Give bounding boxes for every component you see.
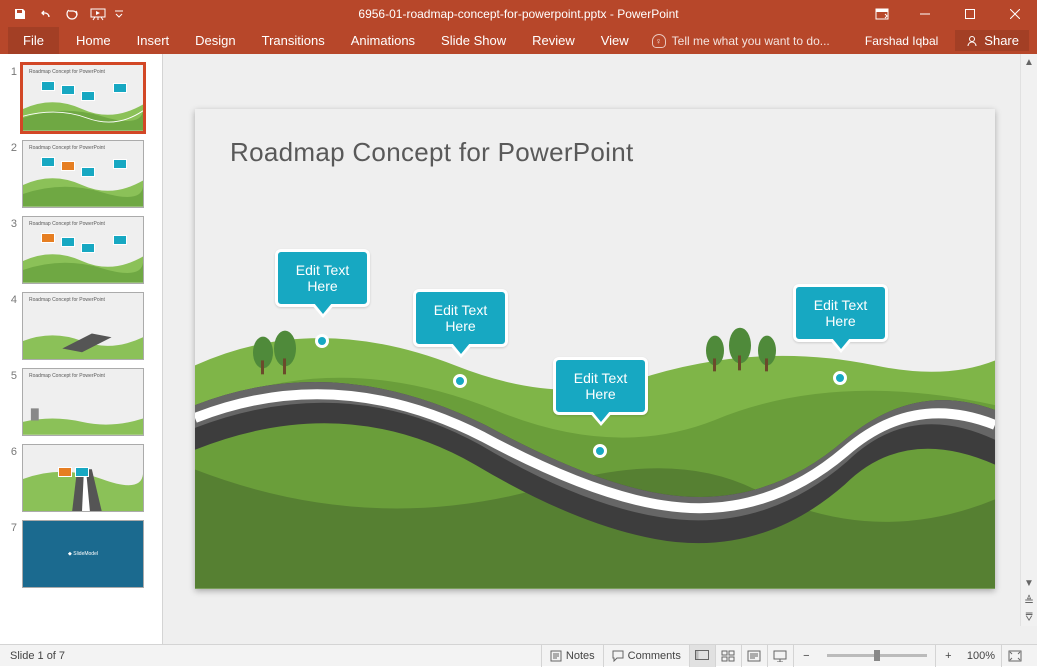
file-tab[interactable]: File [8,27,59,54]
start-slideshow-button[interactable] [86,2,110,26]
pin-1[interactable] [315,334,329,348]
save-icon [13,7,27,21]
share-icon [965,34,979,48]
slide-thumbnail-6[interactable] [22,444,144,512]
notes-icon [550,650,562,662]
scroll-up-button[interactable]: ▲ [1021,54,1037,71]
tell-me-placeholder: Tell me what you want to do... [672,34,830,48]
slide-thumbnail-2[interactable]: Roadmap Concept for PowerPoint [22,140,144,208]
thumb-number: 2 [0,140,22,154]
window-title: 6956-01-roadmap-concept-for-powerpoint.p… [358,7,678,21]
pin-3[interactable] [593,444,607,458]
user-name[interactable]: Farshad Iqbal [852,27,951,54]
ribbon-tabs: File Home Insert Design Transitions Anim… [0,27,1037,54]
redo-button[interactable] [60,2,84,26]
comments-icon [612,650,624,662]
callout-1[interactable]: Edit Text Here [275,249,370,307]
reading-icon [747,650,761,662]
fit-to-window-button[interactable] [1001,645,1027,667]
slideshow-view-button[interactable] [767,645,793,667]
sorter-icon [721,650,735,662]
title-bar: 6956-01-roadmap-concept-for-powerpoint.p… [0,0,1037,27]
presentation-icon [90,7,106,21]
save-button[interactable] [8,2,32,26]
share-label: Share [984,33,1019,48]
status-bar: Slide 1 of 7 Notes Comments − + 100% [0,644,1037,666]
reading-view-button[interactable] [741,645,767,667]
thumb-number: 5 [0,368,22,382]
scroll-down-button[interactable]: ▼ [1021,575,1037,592]
tab-view[interactable]: View [588,27,642,54]
notes-button[interactable]: Notes [541,645,603,667]
close-icon [1010,9,1020,19]
thumb-number: 4 [0,292,22,306]
tell-me-search[interactable]: ♀ Tell me what you want to do... [652,34,830,48]
fit-icon [1008,650,1022,662]
redo-icon [65,7,79,21]
lightbulb-icon: ♀ [652,34,666,48]
zoom-slider[interactable] [827,654,927,657]
tab-insert[interactable]: Insert [124,27,183,54]
thumb-number: 1 [0,64,22,78]
slide-canvas[interactable]: Roadmap Concept for PowerPoint Edit Text… [195,109,995,589]
slide-title-text[interactable]: Roadmap Concept for PowerPoint [230,137,634,168]
share-button[interactable]: Share [955,30,1029,51]
next-slide-button[interactable]: ⩢ [1021,609,1037,626]
quick-access-toolbar [0,2,126,26]
undo-button[interactable] [34,2,58,26]
chevron-down-icon [115,10,123,18]
tab-design[interactable]: Design [182,27,248,54]
maximize-icon [965,9,975,19]
slide-sorter-view-button[interactable] [715,645,741,667]
callout-4[interactable]: Edit Text Here [793,284,888,342]
comments-button[interactable]: Comments [603,645,689,667]
slideshow-icon [773,650,787,662]
slide-thumbnail-3[interactable]: Roadmap Concept for PowerPoint [22,216,144,284]
normal-view-button[interactable] [689,645,715,667]
pin-2[interactable] [453,374,467,388]
slide-thumbnails-panel: 1Roadmap Concept for PowerPoint 2Roadmap… [0,54,163,644]
window-controls [902,0,1037,27]
slide-counter: Slide 1 of 7 [10,650,65,662]
slide-thumbnail-1[interactable]: Roadmap Concept for PowerPoint [22,64,144,132]
tab-transitions[interactable]: Transitions [249,27,338,54]
slide-thumbnail-5[interactable]: Roadmap Concept for PowerPoint [22,368,144,436]
tab-home[interactable]: Home [63,27,124,54]
minimize-icon [920,9,930,19]
zoom-out-button[interactable]: − [793,645,819,667]
close-button[interactable] [992,0,1037,27]
zoom-in-button[interactable]: + [935,645,961,667]
ribbon-display-options-button[interactable] [867,0,897,27]
tab-animations[interactable]: Animations [338,27,428,54]
pin-4[interactable] [833,371,847,385]
callout-3[interactable]: Edit Text Here [553,357,648,415]
minimize-button[interactable] [902,0,947,27]
slide-editor: Roadmap Concept for PowerPoint Edit Text… [163,54,1037,644]
thumb-number: 3 [0,216,22,230]
callout-2[interactable]: Edit Text Here [413,289,508,347]
slide-thumbnail-7[interactable]: ◆ SlideModel [22,520,144,588]
slide-thumbnail-4[interactable]: Roadmap Concept for PowerPoint [22,292,144,360]
vertical-scrollbar[interactable]: ▲ ▼ ≜ ⩢ [1020,54,1037,626]
thumb-number: 7 [0,520,22,534]
content-area: 1Roadmap Concept for PowerPoint 2Roadmap… [0,54,1037,644]
tab-slide-show[interactable]: Slide Show [428,27,519,54]
zoom-level[interactable]: 100% [961,645,1001,667]
thumb-number: 6 [0,444,22,458]
prev-slide-button[interactable]: ≜ [1021,592,1037,609]
maximize-button[interactable] [947,0,992,27]
normal-view-icon [695,650,709,662]
qat-customize-button[interactable] [112,2,126,26]
zoom-slider-thumb[interactable] [874,650,880,661]
undo-icon [39,7,53,21]
tab-review[interactable]: Review [519,27,588,54]
ribbon-options-icon [875,8,889,20]
